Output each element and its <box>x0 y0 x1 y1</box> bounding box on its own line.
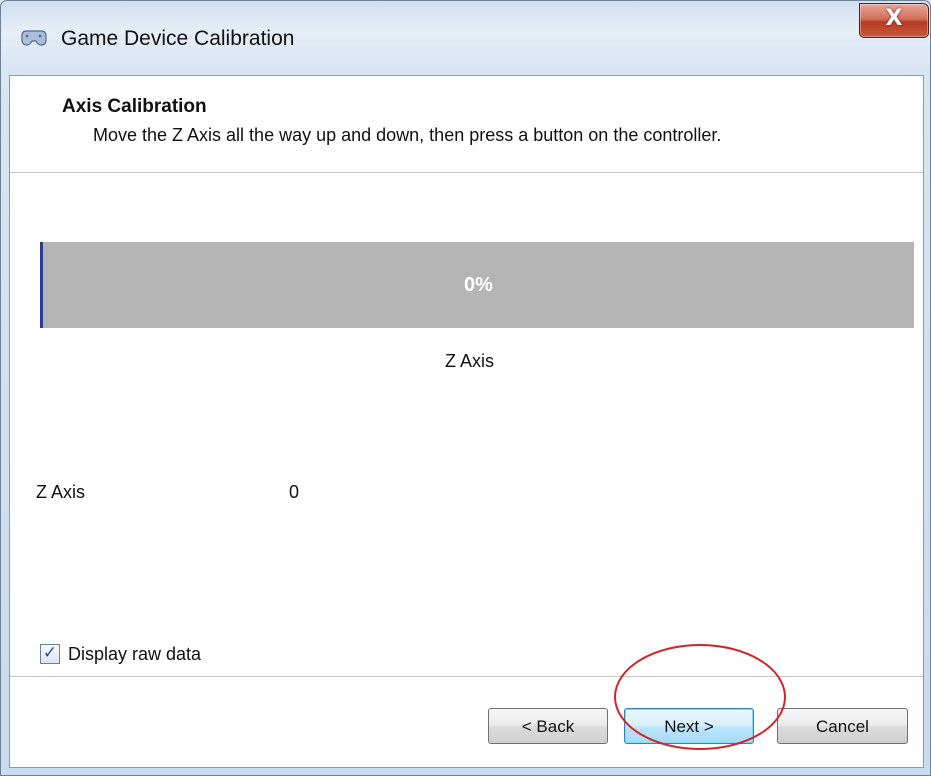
progress-percent: 0% <box>464 274 493 296</box>
back-button[interactable]: < Back <box>488 708 608 744</box>
title-bar: Game Device Calibration X <box>1 1 930 75</box>
page-title: Axis Calibration <box>62 96 207 117</box>
game-controller-icon <box>21 30 47 46</box>
window-title: Game Device Calibration <box>61 27 295 50</box>
calibration-window: Game Device Calibration X Axis Calibrati… <box>0 0 931 776</box>
cancel-button[interactable]: Cancel <box>777 708 908 744</box>
checkmark-icon: ✓ <box>42 643 58 663</box>
progress-caption: Z Axis <box>445 351 495 371</box>
page-description: Move the Z Axis all the way up and down,… <box>93 125 722 145</box>
axis-progress-bar: 0% <box>40 242 914 328</box>
next-button[interactable]: Next > <box>624 708 754 744</box>
dialog-client-area: Axis Calibration Move the Z Axis all the… <box>9 75 924 768</box>
raw-axis-value: 0 <box>289 482 300 502</box>
close-button[interactable]: X <box>859 3 929 38</box>
display-raw-data-checkbox[interactable]: ✓ <box>40 643 60 664</box>
wizard-header: Axis Calibration Move the Z Axis all the… <box>10 76 923 173</box>
raw-axis-label: Z Axis <box>36 482 86 502</box>
close-icon: X <box>885 6 903 31</box>
footer-divider <box>10 676 923 677</box>
display-raw-data-label[interactable]: Display raw data <box>68 644 201 665</box>
